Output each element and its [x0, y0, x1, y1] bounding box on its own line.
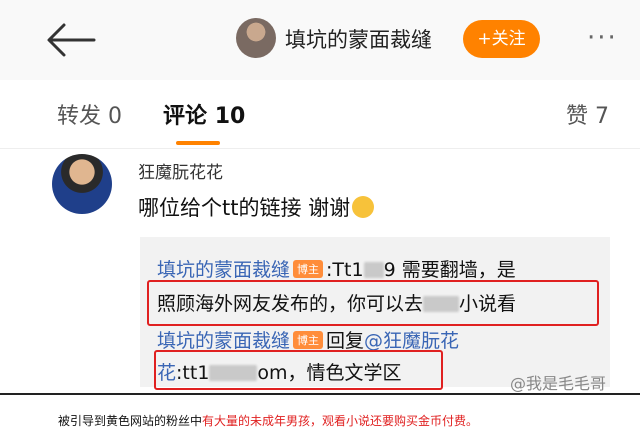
- redacted-text: [363, 262, 384, 278]
- tab-comments[interactable]: 评论 10: [163, 98, 245, 130]
- reply-2-line-1: 填坑的蒙面裁缝 博主 回复@狂魔朊花: [157, 326, 459, 353]
- highlight-box: [147, 280, 599, 326]
- tab-repost[interactable]: 转发 0: [57, 98, 122, 130]
- reply-1-author[interactable]: 填坑的蒙面裁缝: [157, 259, 290, 281]
- caption: 被引导到黄色网站的粉丝中有大量的未成年男孩，观看小说还要购买金币付费。: [58, 412, 478, 429]
- author-avatar[interactable]: [236, 18, 276, 58]
- tab-repost-count: 0: [108, 104, 123, 129]
- reply-1-text-a: :Tt1: [326, 259, 364, 281]
- reply-2-mention[interactable]: @狂魔朊花: [364, 330, 459, 352]
- tab-likes[interactable]: 赞 7: [566, 98, 609, 130]
- tab-repost-label: 转发: [57, 104, 102, 129]
- comment-text: 哪位给个tt的链接 谢谢: [138, 192, 375, 222]
- caption-separator: [0, 393, 640, 395]
- follow-button[interactable]: +关注: [463, 20, 540, 58]
- blogger-badge: 博主: [293, 331, 324, 349]
- tab-likes-count: 7: [595, 104, 610, 129]
- commenter-avatar[interactable]: [52, 154, 112, 214]
- blogger-badge: 博主: [293, 260, 324, 278]
- caption-part-1: 被引导到黄色网站的粉丝中: [58, 414, 203, 428]
- commenter-name[interactable]: 狂魔朊花花: [138, 158, 223, 183]
- reply-2-author[interactable]: 填坑的蒙面裁缝: [157, 330, 290, 352]
- back-arrow-icon[interactable]: [46, 22, 96, 58]
- watermark: @我是毛毛哥: [510, 374, 607, 393]
- more-options-icon[interactable]: ···: [587, 25, 618, 51]
- post-author-name[interactable]: 填坑的蒙面裁缝: [285, 24, 432, 54]
- top-bar: 填坑的蒙面裁缝 +关注 ···: [0, 0, 640, 80]
- caption-part-2: 有大量的未成年男孩，观看小说还要购买金币付费。: [202, 414, 479, 428]
- tab-likes-label: 赞: [566, 104, 589, 129]
- tab-bar: 转发 0 评论 10 赞 7: [0, 80, 640, 148]
- reply-2-reply-label: 回复: [326, 330, 365, 352]
- tab-comments-label: 评论: [163, 104, 208, 129]
- tab-comments-count: 10: [214, 104, 246, 129]
- active-tab-indicator: [176, 141, 220, 145]
- thinking-emoji-icon: [352, 196, 375, 218]
- divider: [0, 148, 640, 149]
- reply-1-text-b: 9 需要翻墙，是: [383, 259, 516, 281]
- highlight-box: [154, 350, 443, 390]
- comment-body: 哪位给个tt的链接 谢谢: [138, 196, 351, 220]
- reply-1-line-1: 填坑的蒙面裁缝 博主:Tt1 9 需要翻墙，是: [157, 255, 516, 282]
